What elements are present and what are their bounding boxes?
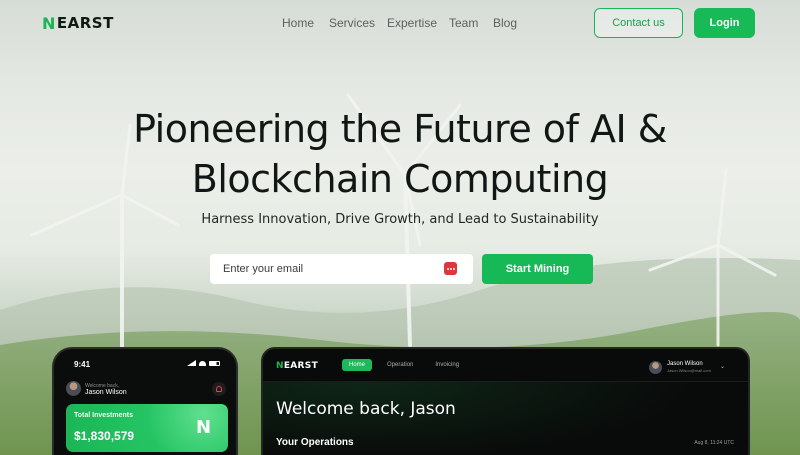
contact-us-button[interactable]: Contact us xyxy=(594,8,683,38)
hero-subtitle: Harness Innovation, Drive Growth, and Le… xyxy=(201,212,599,227)
nav-services[interactable]: Services xyxy=(329,16,375,30)
dashboard-user-email: Jason.Wilson@mail.com xyxy=(667,368,711,373)
tab-operation[interactable]: Operation xyxy=(380,359,420,371)
password-manager-icon[interactable] xyxy=(444,262,457,275)
logo-text: EARST xyxy=(56,14,114,32)
card-amount: $1,830,579 xyxy=(74,429,135,443)
hero-title: Pioneering the Future of AI & Blockchain… xyxy=(0,104,800,204)
phone-user-name: Jason Wilson xyxy=(85,389,127,396)
wifi-icon xyxy=(199,360,206,366)
dashboard-avatar[interactable] xyxy=(649,361,662,374)
phone-status-bar xyxy=(187,360,220,366)
phone-mockup: 9:41 Welcome back, Jason Wilson Total In… xyxy=(52,347,238,455)
signal-icon xyxy=(187,360,196,366)
email-input[interactable] xyxy=(210,263,430,275)
hero-title-line-2: Blockchain Computing xyxy=(191,157,609,201)
nav-team[interactable]: Team xyxy=(449,16,478,30)
tab-home[interactable]: Home xyxy=(342,359,373,371)
card-logo-icon: N xyxy=(196,417,212,438)
dashboard-logo-mark: N xyxy=(276,361,284,371)
card-label: Total Investments xyxy=(74,412,133,419)
dashboard-welcome: Welcome back, Jason xyxy=(276,399,456,419)
phone-avatar xyxy=(66,381,81,396)
dashboard-mockup: NEARST Home Operation Invoicing Jason Wi… xyxy=(261,347,750,455)
logo-mark: N xyxy=(42,13,56,33)
dashboard-divider xyxy=(263,381,748,382)
bell-icon[interactable] xyxy=(212,382,226,396)
operations-date: Aug 8, 11:24 UTC xyxy=(694,440,734,446)
nav-expertise[interactable]: Expertise xyxy=(387,16,437,30)
battery-icon xyxy=(209,360,220,366)
operations-heading: Your Operations xyxy=(276,437,354,448)
tab-invoicing[interactable]: Invoicing xyxy=(428,359,466,371)
dashboard-logo: NEARST xyxy=(276,361,318,371)
total-investments-card[interactable]: Total Investments $1,830,579 N xyxy=(66,404,228,452)
chevron-down-icon[interactable]: ⌄ xyxy=(720,363,725,370)
start-mining-button[interactable]: Start Mining xyxy=(482,254,593,284)
brand-logo[interactable]: N EARST xyxy=(42,13,114,33)
hero-title-line-1: Pioneering the Future of AI & xyxy=(133,107,667,151)
nav-blog[interactable]: Blog xyxy=(493,16,517,30)
login-button[interactable]: Login xyxy=(694,8,755,38)
phone-time: 9:41 xyxy=(74,360,91,369)
dashboard-logo-text: EARST xyxy=(283,361,319,371)
email-form xyxy=(210,254,473,284)
dashboard-user-name: Jason Wilson xyxy=(667,361,703,367)
dashboard-tabs: Home Operation Invoicing xyxy=(342,359,466,371)
nav-home[interactable]: Home xyxy=(282,16,314,30)
